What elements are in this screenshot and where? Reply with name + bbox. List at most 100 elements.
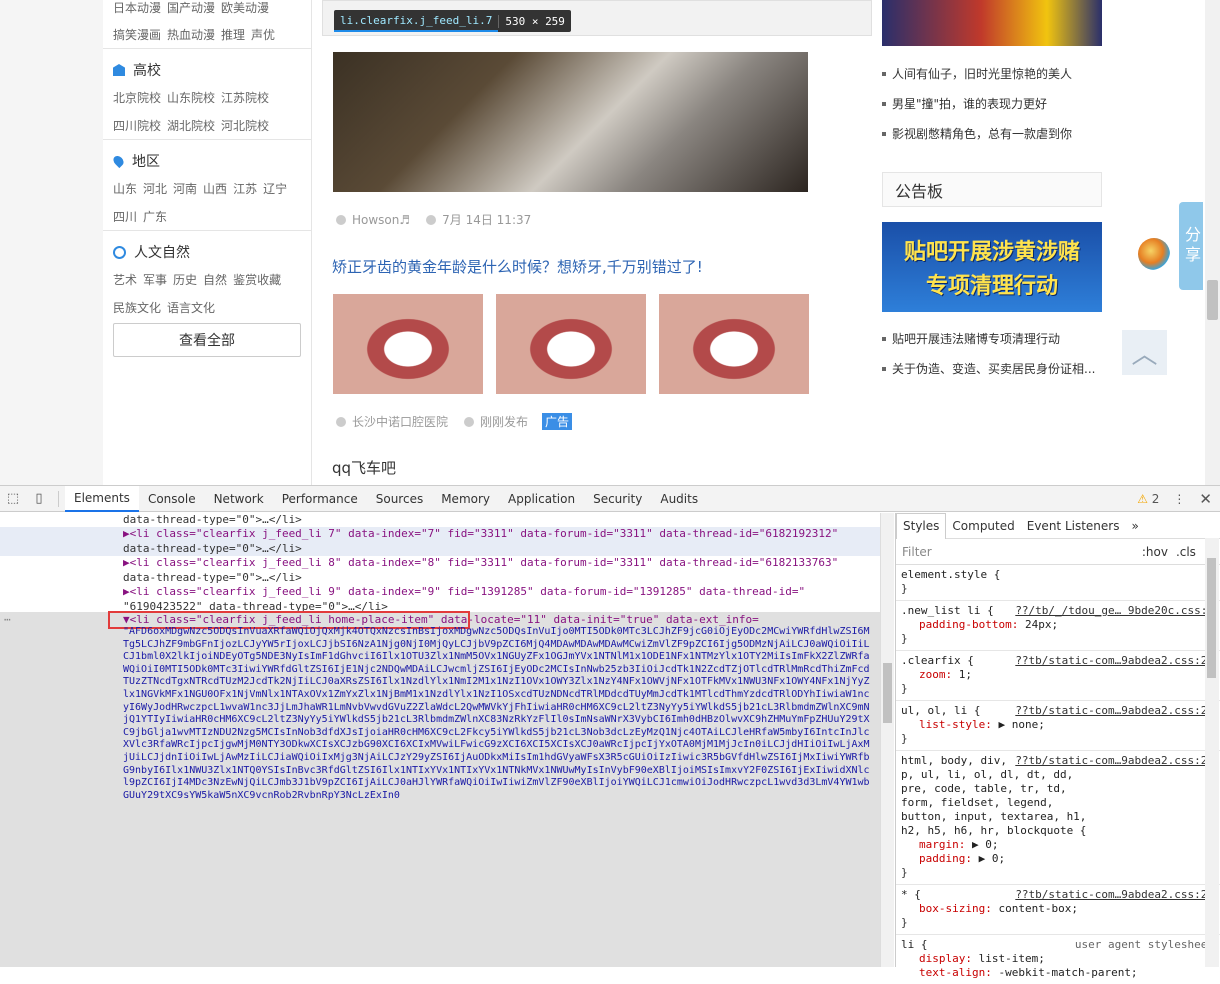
tab-event-listeners[interactable]: Event Listeners: [1021, 513, 1126, 539]
link[interactable]: 艺术: [113, 273, 137, 287]
rule-selector[interactable]: * {: [901, 888, 921, 901]
link[interactable]: 欧美动漫: [221, 1, 269, 15]
link[interactable]: 辽宁: [263, 182, 287, 196]
post-author[interactable]: 长沙中诺口腔医院: [352, 413, 448, 430]
tab-application[interactable]: Application: [499, 486, 584, 512]
link[interactable]: 北京院校: [113, 91, 161, 105]
share-button[interactable]: 分享: [1179, 202, 1203, 290]
link[interactable]: 四川: [113, 210, 137, 224]
link[interactable]: 军事: [143, 273, 167, 287]
style-property[interactable]: zoom: 1;: [901, 668, 1214, 682]
rule-selector[interactable]: .new_list li {: [901, 604, 994, 617]
link[interactable]: 山西: [203, 182, 227, 196]
link[interactable]: 国产动漫: [167, 1, 215, 15]
styles-filter-input[interactable]: Filter: [902, 545, 932, 559]
page-scrollbar-thumb[interactable]: [1207, 280, 1218, 320]
link[interactable]: 民族文化: [113, 301, 161, 315]
link[interactable]: 河北: [143, 182, 167, 196]
rule-selector[interactable]: element.style {: [901, 568, 1000, 581]
anime-banner-image[interactable]: [882, 0, 1102, 46]
link[interactable]: 湖北院校: [167, 119, 215, 133]
style-property[interactable]: margin: ▶ 0;: [901, 838, 1214, 852]
link[interactable]: 广东: [143, 210, 167, 224]
link[interactable]: 历史: [173, 273, 197, 287]
forum-title-link[interactable]: qq飞车吧: [332, 457, 396, 478]
rule-selector[interactable]: ul, ol, li {: [901, 704, 980, 717]
tab-console[interactable]: Console: [139, 486, 205, 512]
ellipsis-icon[interactable]: ⋯: [4, 613, 11, 628]
rule-source-link[interactable]: ??tb/static-com…9abdea2.css:28: [1015, 888, 1214, 902]
dom-node-line[interactable]: data-thread-type="0">…</li>: [0, 513, 880, 528]
tab-memory[interactable]: Memory: [432, 486, 499, 512]
link[interactable]: 四川院校: [113, 119, 161, 133]
tab-audits[interactable]: Audits: [651, 486, 707, 512]
link[interactable]: 河北院校: [221, 119, 269, 133]
link[interactable]: 河南: [173, 182, 197, 196]
link[interactable]: 江苏: [233, 182, 257, 196]
notice-link[interactable]: 贴吧开展违法赌博专项清理行动: [882, 330, 1060, 347]
rule-source-link[interactable]: ??tb/static-com…9abdea2.css:28: [1015, 654, 1214, 668]
styles-scrollbar-thumb[interactable]: [1207, 558, 1216, 678]
tab-security[interactable]: Security: [584, 486, 651, 512]
tab-sources[interactable]: Sources: [367, 486, 432, 512]
teeth-thumbnail[interactable]: [496, 294, 646, 394]
style-property[interactable]: padding-bottom: 24px;: [901, 618, 1214, 632]
elements-scrollbar-thumb[interactable]: [883, 663, 892, 723]
more-tabs-icon[interactable]: »: [1125, 513, 1144, 539]
elements-scrollbar[interactable]: [880, 513, 894, 967]
style-property[interactable]: box-sizing: content-box;: [901, 902, 1214, 916]
tab-styles[interactable]: Styles: [896, 512, 947, 539]
style-property[interactable]: list-style: ▶ none;: [901, 718, 1214, 732]
link[interactable]: 鉴赏收藏: [233, 273, 281, 287]
style-property[interactable]: padding: ▶ 0;: [901, 852, 1214, 866]
page-scrollbar[interactable]: [1205, 0, 1220, 485]
dom-node-line[interactable]: ▶<li class="clearfix j_feed_li 9" data-i…: [0, 585, 880, 600]
attribute-value-text[interactable]: "AFD6oxMDgwNzc5ODQsInVuaXRfaWQiOjQxMjk4O…: [123, 626, 875, 966]
view-all-button[interactable]: 查看全部: [113, 323, 301, 357]
dom-node-line[interactable]: data-thread-type="0">…</li>: [0, 542, 880, 557]
tab-network[interactable]: Network: [205, 486, 273, 512]
rule-source-link[interactable]: ??tb/static-com…9abdea2.css:28: [1015, 754, 1214, 768]
link[interactable]: 声优: [251, 28, 275, 42]
tab-performance[interactable]: Performance: [273, 486, 367, 512]
app-float-icon[interactable]: [1138, 238, 1170, 270]
post-title-link[interactable]: 矫正牙齿的黄金年龄是什么时候？想矫牙,千万别错过了!: [332, 256, 703, 277]
dom-node-line[interactable]: ▶<li class="clearfix j_feed_li 8" data-i…: [0, 556, 880, 571]
warnings-indicator[interactable]: ⚠ 2: [1137, 492, 1159, 506]
inspect-element-icon[interactable]: ⬚: [0, 486, 26, 512]
link[interactable]: 江苏院校: [221, 91, 269, 105]
back-to-top-button[interactable]: ︿: [1122, 330, 1167, 375]
hover-state-toggle[interactable]: :hov: [1142, 545, 1168, 559]
notice-banner-image[interactable]: 贴吧开展涉黄涉赌 专项清理行动: [882, 222, 1102, 312]
link[interactable]: 日本动漫: [113, 1, 161, 15]
post-author[interactable]: Howson♬: [352, 213, 410, 227]
link[interactable]: 山东: [113, 182, 137, 196]
links-row: 日本动漫 国产动漫 欧美动漫: [113, 0, 275, 16]
link[interactable]: 语言文化: [167, 301, 215, 315]
news-link[interactable]: 男星"撞"拍，谁的表现力更好: [882, 95, 1047, 112]
styles-scrollbar[interactable]: [1205, 538, 1219, 967]
device-toolbar-icon[interactable]: ▯: [26, 486, 52, 512]
class-toggle[interactable]: .cls: [1176, 545, 1196, 559]
rule-selector[interactable]: .clearfix {: [901, 654, 974, 667]
property-value: -webkit-match-parent;: [998, 966, 1138, 979]
style-rule: user agent stylesheet li { display: list…: [896, 935, 1220, 984]
link[interactable]: 自然: [203, 273, 227, 287]
notice-link[interactable]: 关于伪造、变造、买卖居民身份证相...: [882, 360, 1095, 377]
link[interactable]: 热血动漫: [167, 28, 215, 42]
link[interactable]: 推理: [221, 28, 245, 42]
tab-elements[interactable]: Elements: [65, 485, 139, 512]
news-link[interactable]: 影视剧憋精角色，总有一款虐到你: [882, 125, 1072, 142]
news-link[interactable]: 人间有仙子，旧时光里惊艳的美人: [882, 65, 1072, 82]
post-photo[interactable]: [333, 52, 808, 192]
tab-computed[interactable]: Computed: [946, 513, 1020, 539]
dom-node-line[interactable]: data-thread-type="0">…</li>: [0, 571, 880, 586]
rule-source-link[interactable]: ??tb/static-com…9abdea2.css:28: [1015, 704, 1214, 718]
link[interactable]: 搞笑漫画: [113, 28, 161, 42]
teeth-thumbnail[interactable]: [659, 294, 809, 394]
close-icon[interactable]: ✕: [1199, 490, 1212, 508]
more-options-icon[interactable]: ⋮: [1173, 492, 1185, 506]
link[interactable]: 山东院校: [167, 91, 215, 105]
teeth-thumbnail[interactable]: [333, 294, 483, 394]
rule-source-link[interactable]: ??/tb/_/tdou_ge… 9bde20c.css:3: [1015, 604, 1214, 618]
